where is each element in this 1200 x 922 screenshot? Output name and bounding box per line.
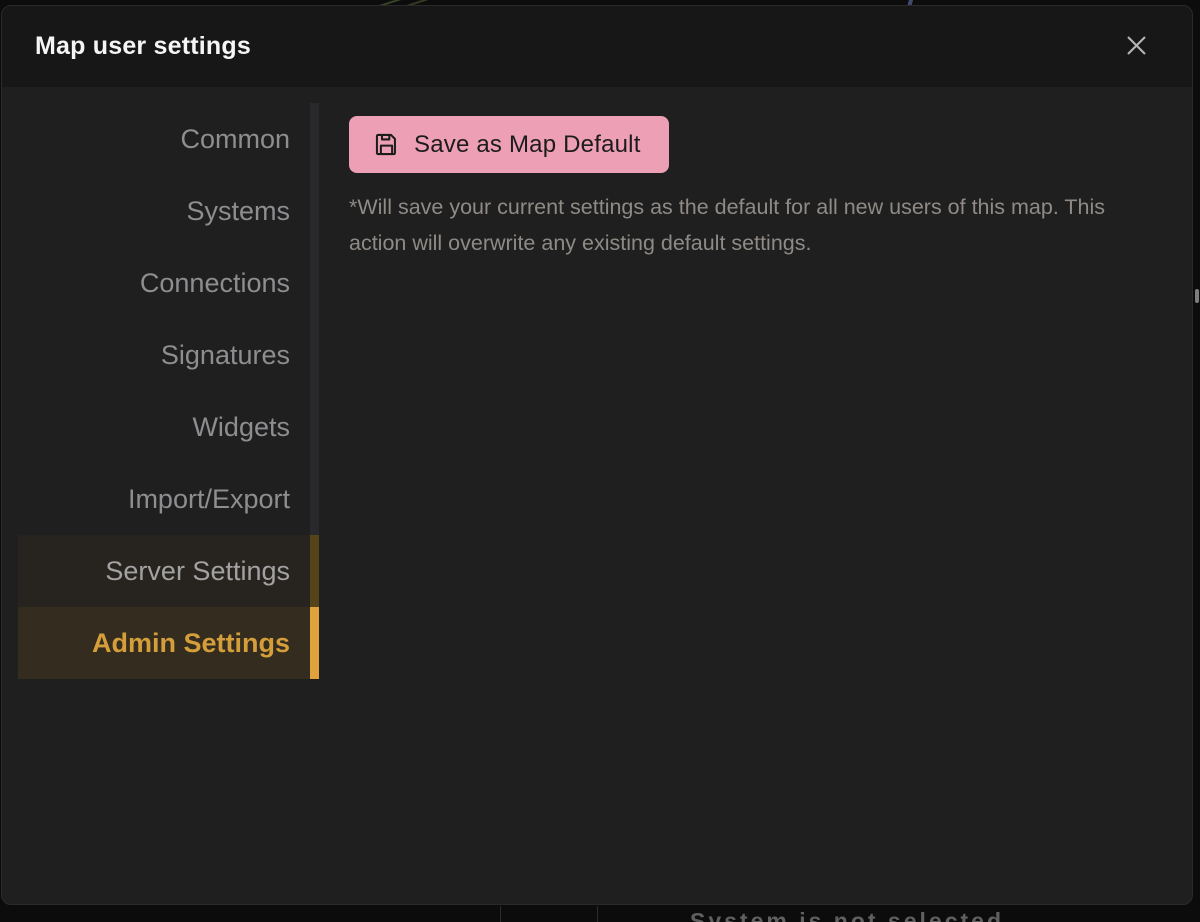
admin-settings-panel: Save as Map Default *Will save your curr…	[319, 87, 1192, 904]
tab-indicator-bar	[310, 607, 319, 679]
dialog-body: Common Systems Connections Signatures Wi…	[2, 87, 1192, 904]
map-user-settings-dialog: Map user settings Common Systems	[1, 5, 1193, 905]
tab-indicator-bar	[310, 535, 319, 607]
background-divider	[500, 906, 501, 922]
save-button-label: Save as Map Default	[414, 131, 641, 159]
settings-tab-list: Common Systems Connections Signatures Wi…	[18, 103, 319, 679]
background-scrollbar-fragment	[1195, 289, 1199, 303]
dialog-title: Map user settings	[35, 32, 251, 61]
tab-signatures[interactable]: Signatures	[18, 319, 319, 391]
tab-label: Widgets	[192, 412, 290, 443]
tab-widgets[interactable]: Widgets	[18, 391, 319, 463]
tab-admin-settings[interactable]: Admin Settings	[18, 607, 319, 679]
dialog-header: Map user settings	[2, 6, 1192, 87]
tab-common[interactable]: Common	[18, 103, 319, 175]
background-text: System is not selected	[690, 905, 1170, 922]
tab-label: Common	[180, 124, 290, 155]
close-button[interactable]	[1116, 27, 1156, 67]
tab-connections[interactable]: Connections	[18, 247, 319, 319]
tab-server-settings[interactable]: Server Settings	[18, 535, 319, 607]
tab-label: Server Settings	[105, 556, 290, 587]
tab-label: Systems	[186, 196, 290, 227]
close-icon	[1123, 32, 1150, 62]
settings-tab-sidebar: Common Systems Connections Signatures Wi…	[2, 87, 319, 904]
tab-label: Signatures	[161, 340, 290, 371]
background-divider	[597, 906, 598, 922]
tab-systems[interactable]: Systems	[18, 175, 319, 247]
tab-label: Connections	[140, 268, 290, 299]
tab-label: Import/Export	[128, 484, 290, 515]
save-default-note: *Will save your current settings as the …	[349, 189, 1144, 261]
save-icon	[373, 131, 400, 158]
tab-import-export[interactable]: Import/Export	[18, 463, 319, 535]
tab-label: Admin Settings	[92, 628, 290, 659]
save-as-map-default-button[interactable]: Save as Map Default	[349, 116, 669, 173]
